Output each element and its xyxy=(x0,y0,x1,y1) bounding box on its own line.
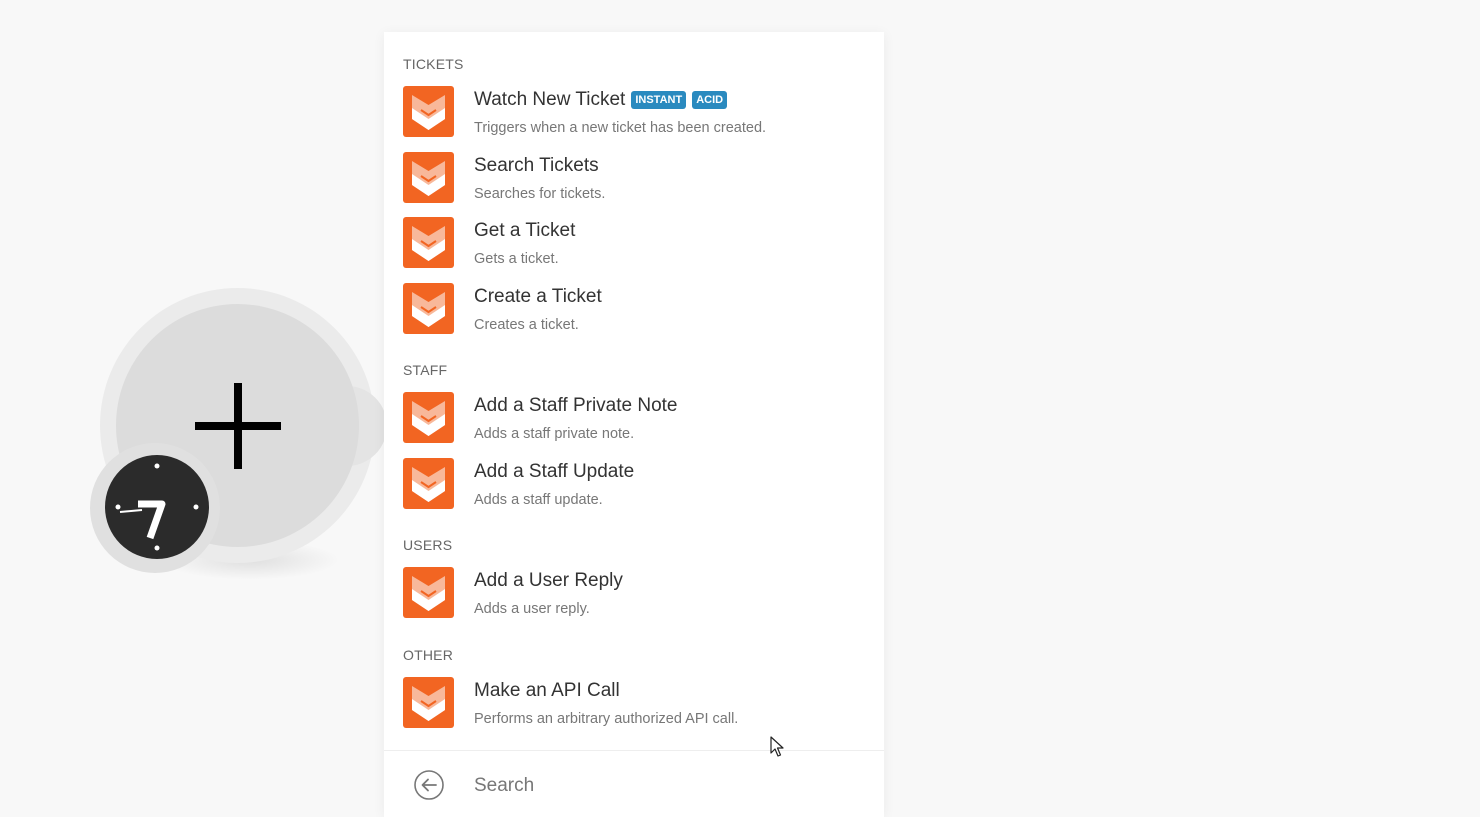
module-option-title-text: Add a Staff Private Note xyxy=(474,395,678,416)
module-option-description: Performs an arbitrary authorized API cal… xyxy=(474,711,739,727)
module-option[interactable]: Make an API Call Performs an arbitrary au… xyxy=(403,677,863,733)
back-button[interactable] xyxy=(413,769,445,801)
module-option[interactable]: Watch New Ticket INSTANT ACID Triggers when… xyxy=(403,86,863,142)
section-title-other: OTHER xyxy=(403,647,453,663)
module-option-description: Creates a ticket. xyxy=(474,317,579,333)
module-option-title-text: Search Tickets xyxy=(474,155,599,176)
module-option[interactable]: Add a User Reply Adds a user reply. xyxy=(403,567,863,623)
app-logo-icon xyxy=(403,392,454,443)
module-option-title-text: Create a Ticket xyxy=(474,286,602,307)
module-option[interactable]: Add a Staff Private Note Adds a staff pri… xyxy=(403,392,863,448)
module-option-title-text: Add a Staff Update xyxy=(474,461,635,482)
app-logo-icon xyxy=(403,458,454,509)
app-logo-icon xyxy=(403,283,454,334)
app-logo-icon xyxy=(403,152,454,203)
module-option-description: Gets a ticket. xyxy=(474,251,559,267)
app-logo-icon xyxy=(403,677,454,728)
module-option-description: Adds a staff update. xyxy=(474,492,603,508)
section-title-users: USERS xyxy=(403,537,453,553)
module-picker-panel: TICKETS Watch New Ticket INSTANT ACID Trigge… xyxy=(384,32,884,817)
module-option-description: Adds a staff private note. xyxy=(474,426,635,442)
search-bar xyxy=(384,750,884,817)
module-option-title: Add a Staff Private Note xyxy=(474,395,678,417)
module-option-title-text: Make an API Call xyxy=(474,680,620,701)
clock-icon xyxy=(105,455,209,559)
section-title-tickets: TICKETS xyxy=(403,56,464,72)
search-input[interactable] xyxy=(472,771,856,801)
schedule-clock[interactable] xyxy=(90,443,220,573)
module-option-title-text: Watch New Ticket xyxy=(474,89,626,110)
module-option-title: Make an API Call xyxy=(474,680,620,702)
module-option-description: Searches for tickets. xyxy=(474,186,606,202)
app-logo-icon xyxy=(403,567,454,618)
mouse-cursor-icon xyxy=(770,736,784,757)
app-logo-icon xyxy=(403,86,454,137)
module-option[interactable]: Add a Staff Update Adds a staff update. xyxy=(403,458,863,514)
module-option-description: Triggers when a new ticket has been crea… xyxy=(474,120,767,136)
instant-badge: INSTANT xyxy=(631,91,687,109)
module-option-title: Add a User Reply xyxy=(474,570,623,592)
module-option-title-text: Get a Ticket xyxy=(474,220,576,241)
section-title-staff: STAFF xyxy=(403,362,448,378)
module-option-title: Get a Ticket xyxy=(474,220,575,242)
acid-badge: ACID xyxy=(692,91,728,109)
module-option-title: Add a Staff Update xyxy=(474,461,634,483)
module-option-title: Watch New Ticket INSTANT ACID xyxy=(474,89,728,111)
module-option-title: Search Tickets xyxy=(474,155,599,177)
module-option-description: Adds a user reply. xyxy=(474,601,590,617)
app-logo-icon xyxy=(403,217,454,268)
module-option-title-text: Add a User Reply xyxy=(474,570,623,591)
module-option[interactable]: Search Tickets Searches for tickets. xyxy=(403,152,863,208)
module-option[interactable]: Get a Ticket Gets a ticket. xyxy=(403,217,863,273)
arrow-left-circle-icon xyxy=(414,770,444,800)
module-option-title: Create a Ticket xyxy=(474,286,602,308)
module-option[interactable]: Create a Ticket Creates a ticket. xyxy=(403,283,863,339)
